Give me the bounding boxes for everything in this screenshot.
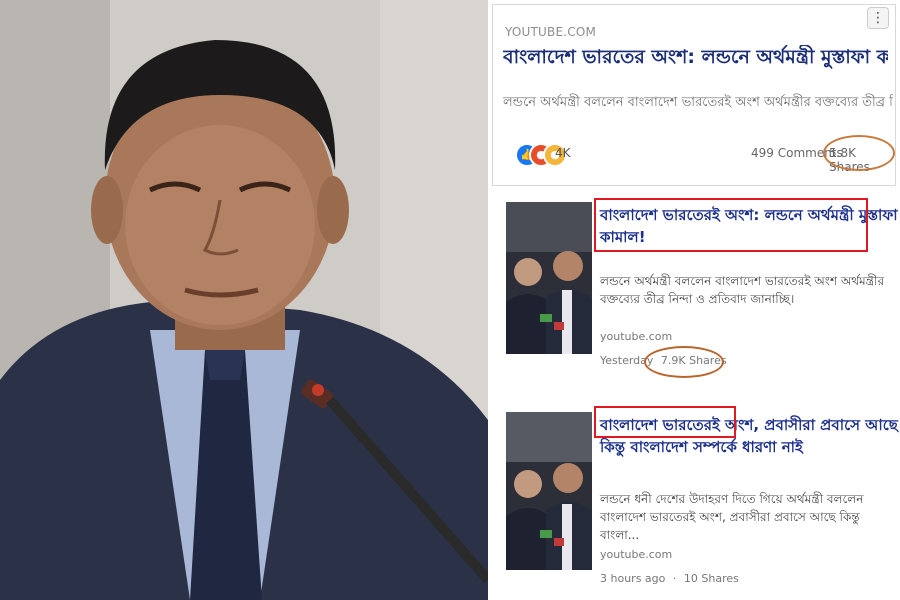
highlight-circle (823, 135, 895, 171)
link-source: YOUTUBE.COM (505, 25, 597, 39)
link-title[interactable]: বাংলাদেশ ভারতের অংশ: লন্ডনে অর্থমন্ত্রী … (503, 45, 888, 69)
more-options-icon[interactable]: ⋮ (867, 7, 889, 29)
meta-separator: · (672, 572, 677, 585)
search-result[interactable]: বাংলাদেশ ভারতেরই অংশ, প্রবাসীরা প্রবাসে … (506, 406, 898, 588)
result-shares[interactable]: 10 Shares (684, 572, 739, 585)
highlight-box (594, 198, 868, 252)
reaction-count[interactable]: 4K (555, 146, 571, 160)
facebook-link-card[interactable]: ⋮ YOUTUBE.COM বাংলাদেশ ভারতের অংশ: লন্ডন… (492, 4, 896, 186)
result-description: লন্ডনে অর্থমন্ত্রী বললেন বাংলাদেশ ভারতের… (600, 274, 885, 306)
result-source: youtube.com (600, 548, 673, 561)
highlight-circle (644, 346, 724, 378)
result-meta: 3 hours ago · 10 Shares (600, 572, 743, 585)
result-time: 3 hours ago (600, 572, 666, 585)
result-description: লন্ডনে ধনী দেশের উদাহরণ দিতে গিয়ে অর্থম… (600, 492, 864, 542)
right-column: ⋮ YOUTUBE.COM বাংলাদেশ ভারতের অংশ: লন্ডন… (490, 0, 900, 600)
video-thumbnail[interactable] (506, 202, 592, 354)
search-result[interactable]: বাংলাদেশ ভারতেরই অংশ: লন্ডনে অর্থমন্ত্রী… (506, 198, 898, 378)
result-source: youtube.com (600, 330, 673, 343)
person-at-microphone-photo (0, 0, 488, 600)
speaker-photo (0, 0, 488, 600)
highlight-box (594, 406, 736, 438)
video-thumbnail[interactable] (506, 412, 592, 570)
reactions-bar: 👍 ● ● 4K 499 Comments 5.8K Shares (493, 135, 895, 179)
link-description: লন্ডনে অর্থমন্ত্রী বললেন বাংলাদেশ ভারতের… (503, 95, 893, 110)
